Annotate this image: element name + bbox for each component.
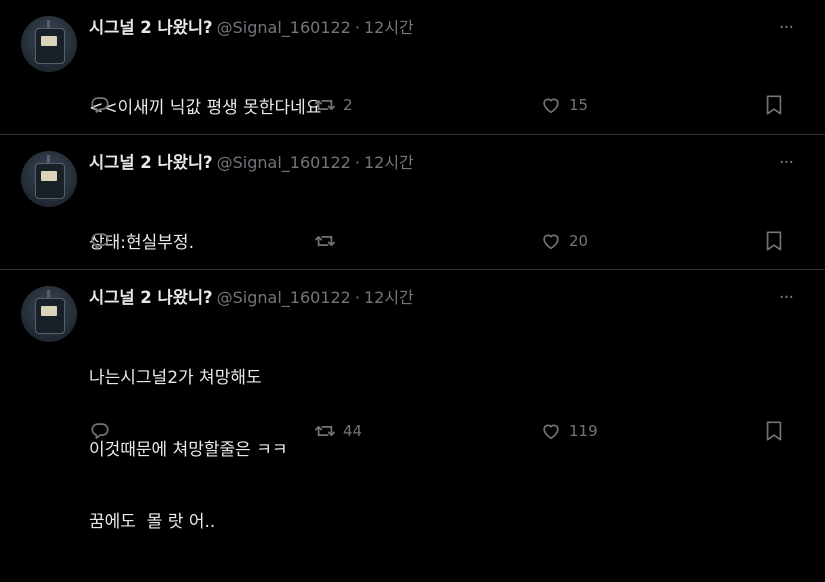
action-bar: 20 — [0, 228, 825, 254]
like-count: 119 — [569, 422, 598, 440]
user-handle[interactable]: @Signal_160122 — [217, 18, 351, 37]
user-handle[interactable]: @Signal_160122 — [217, 288, 351, 307]
separator-dot: · — [354, 288, 360, 307]
timestamp[interactable]: 12시간 — [364, 18, 414, 37]
timestamp[interactable]: 12시간 — [364, 153, 414, 172]
bookmark-button[interactable] — [764, 418, 784, 444]
display-name[interactable]: 시그널 2 나왔니? — [89, 18, 213, 37]
reply-button[interactable] — [89, 418, 111, 444]
reply-icon — [89, 94, 111, 116]
tweet-header: 시그널 2 나왔니? @Signal_160122 · 12시간 — [89, 152, 414, 174]
separator-dot: · — [354, 18, 360, 37]
heart-icon — [539, 94, 563, 116]
like-button[interactable]: 20 — [539, 228, 588, 254]
display-name[interactable]: 시그널 2 나왔니? — [89, 153, 213, 172]
tweet[interactable]: 시그널 2 나왔니? @Signal_160122 · 12시간 ··· 나는시그널2… — [0, 270, 825, 532]
more-horizontal-icon[interactable]: ··· — [775, 289, 797, 307]
bookmark-icon — [764, 94, 784, 116]
tweet-header: 시그널 2 나왔니? @Signal_160122 · 12시간 — [89, 17, 414, 39]
retweet-icon — [313, 230, 337, 252]
tweet-text: 나는시그널2가 쳐망해도 이것때문에 쳐망할줄은 ㅋㅋ 꿈에도 몰 랏 어.. — [89, 318, 288, 582]
avatar[interactable] — [21, 151, 77, 207]
tweet-header: 시그널 2 나왔니? @Signal_160122 · 12시간 — [89, 287, 414, 309]
action-bar: 44 119 — [0, 418, 825, 444]
retweet-count: 2 — [343, 96, 353, 114]
reply-icon — [89, 420, 111, 442]
avatar[interactable] — [21, 286, 77, 342]
retweet-icon — [313, 420, 337, 442]
separator-dot: · — [354, 153, 360, 172]
like-button[interactable]: 119 — [539, 418, 598, 444]
retweet-button[interactable] — [313, 228, 343, 254]
action-bar: 2 15 — [0, 92, 825, 118]
tweet[interactable]: 시그널 2 나왔니? @Signal_160122 · 12시간 ··· 상태:현실부… — [0, 135, 825, 270]
more-horizontal-icon[interactable]: ··· — [775, 154, 797, 172]
reply-button[interactable] — [89, 92, 111, 118]
retweet-count: 44 — [343, 422, 363, 440]
reply-button[interactable] — [89, 228, 111, 254]
bookmark-button[interactable] — [764, 92, 784, 118]
retweet-button[interactable]: 44 — [313, 418, 362, 444]
tweet-text-line: 나는시그널2가 쳐망해도 — [89, 368, 262, 388]
tweet[interactable]: 시그널 2 나왔니? @Signal_160122 · 12시간 ··· <<이새끼 … — [0, 0, 825, 135]
bookmark-button[interactable] — [764, 228, 784, 254]
bookmark-icon — [764, 420, 784, 442]
timestamp[interactable]: 12시간 — [364, 288, 414, 307]
display-name[interactable]: 시그널 2 나왔니? — [89, 288, 213, 307]
like-count: 15 — [569, 96, 589, 114]
heart-icon — [539, 230, 563, 252]
reply-icon — [89, 230, 111, 252]
retweet-button[interactable]: 2 — [313, 92, 353, 118]
heart-icon — [539, 420, 563, 442]
retweet-icon — [313, 94, 337, 116]
avatar[interactable] — [21, 16, 77, 72]
like-count: 20 — [569, 232, 589, 250]
more-horizontal-icon[interactable]: ··· — [775, 19, 797, 37]
bookmark-icon — [764, 230, 784, 252]
like-button[interactable]: 15 — [539, 92, 588, 118]
user-handle[interactable]: @Signal_160122 — [217, 153, 351, 172]
tweet-text-line: 꿈에도 몰 랏 어.. — [89, 512, 216, 532]
